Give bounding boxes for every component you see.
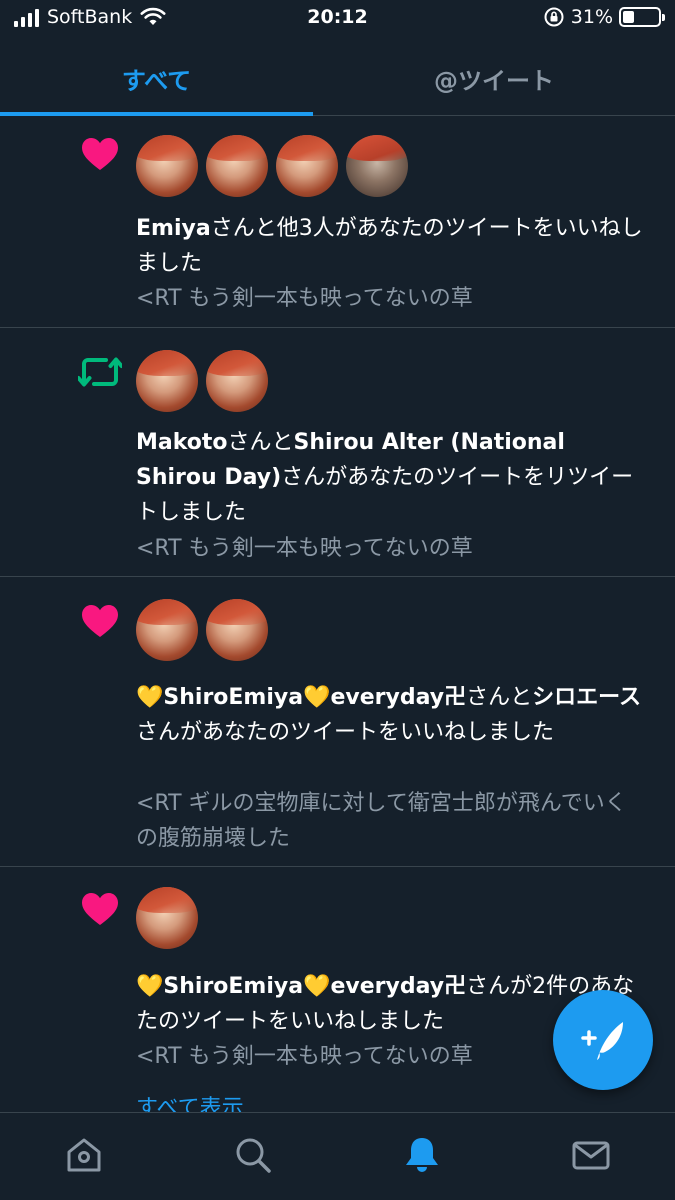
avatar[interactable] bbox=[206, 350, 268, 412]
tweet-snippet: <RT もう剣一本も映ってないの草 bbox=[136, 536, 473, 561]
compose-tweet-icon bbox=[581, 1022, 623, 1060]
retweet-icon bbox=[78, 357, 122, 387]
avatar[interactable] bbox=[136, 599, 198, 661]
nav-home[interactable] bbox=[62, 1133, 106, 1177]
tweet-snippet: <RT ギルの宝物庫に対して衛宮士郎が飛んでいくの腹筋崩壊した bbox=[136, 791, 627, 851]
notification-conjunction: さんと bbox=[466, 685, 533, 710]
user-name: Makoto bbox=[136, 430, 228, 455]
notification-text: 💛ShiroEmiya💛everyday卍さんとシロエースさんがあなたのツイート… bbox=[136, 680, 646, 750]
status-right: 31% bbox=[543, 6, 665, 28]
user-name: Emiya bbox=[136, 216, 211, 241]
heart-icon bbox=[82, 605, 118, 637]
notification-message: さんと他3人があなたのツイートをいいねしました bbox=[136, 216, 643, 276]
avatar[interactable] bbox=[206, 135, 268, 197]
notification-text: Emiyaさんと他3人があなたのツイートをいいねしました bbox=[136, 211, 646, 281]
avatar[interactable] bbox=[136, 350, 198, 412]
notification-item[interactable]: MakotoさんとShirou Alter (National Shirou D… bbox=[0, 328, 675, 577]
nav-messages[interactable] bbox=[569, 1133, 613, 1177]
avatar[interactable] bbox=[346, 135, 408, 197]
search-icon bbox=[236, 1138, 271, 1173]
nav-search[interactable] bbox=[231, 1133, 275, 1177]
notification-conjunction: さんと bbox=[227, 430, 294, 455]
notification-tabs: すべて @ツイート bbox=[0, 40, 675, 116]
avatar[interactable] bbox=[136, 887, 198, 949]
battery-icon bbox=[619, 7, 665, 27]
battery-percent: 31% bbox=[570, 6, 613, 28]
notification-item[interactable]: 💛ShiroEmiya💛everyday卍さんとシロエースさんがあなたのツイート… bbox=[0, 577, 675, 867]
heart-icon bbox=[82, 138, 118, 170]
notifications-screen: SoftBank 20:12 31% すべて @ツイート Emiyaさんと他3人… bbox=[0, 0, 675, 1200]
bottom-nav bbox=[0, 1112, 675, 1200]
orientation-lock-icon bbox=[544, 7, 564, 27]
user-name: 💛ShiroEmiya💛everyday卍 bbox=[136, 685, 467, 710]
avatar[interactable] bbox=[206, 599, 268, 661]
avatar-row bbox=[136, 350, 268, 412]
avatar[interactable] bbox=[136, 135, 198, 197]
tab-all[interactable]: すべて bbox=[0, 40, 313, 116]
status-bar: SoftBank 20:12 31% bbox=[0, 0, 675, 38]
avatar-row bbox=[136, 887, 198, 949]
avatar-row bbox=[136, 135, 408, 197]
heart-icon bbox=[82, 893, 118, 925]
nav-notifications[interactable] bbox=[400, 1133, 444, 1177]
bell-icon bbox=[406, 1138, 438, 1172]
active-tab-indicator bbox=[0, 112, 313, 116]
notification-item[interactable]: Emiyaさんと他3人があなたのツイートをいいねしました <RT もう剣一本も映… bbox=[0, 117, 675, 328]
avatar-row bbox=[136, 599, 268, 661]
tweet-snippet: <RT もう剣一本も映ってないの草 bbox=[136, 286, 473, 311]
notification-message: さんがあなたのツイートをいいねしました bbox=[136, 720, 555, 745]
tab-mentions[interactable]: @ツイート bbox=[313, 40, 675, 116]
avatar[interactable] bbox=[276, 135, 338, 197]
user-name: シロエース bbox=[532, 685, 642, 710]
home-icon bbox=[67, 1138, 101, 1172]
compose-tweet-button[interactable] bbox=[553, 990, 653, 1090]
notification-text: MakotoさんとShirou Alter (National Shirou D… bbox=[136, 425, 646, 530]
user-name: 💛ShiroEmiya💛everyday卍 bbox=[136, 974, 467, 999]
mail-icon bbox=[572, 1141, 610, 1170]
